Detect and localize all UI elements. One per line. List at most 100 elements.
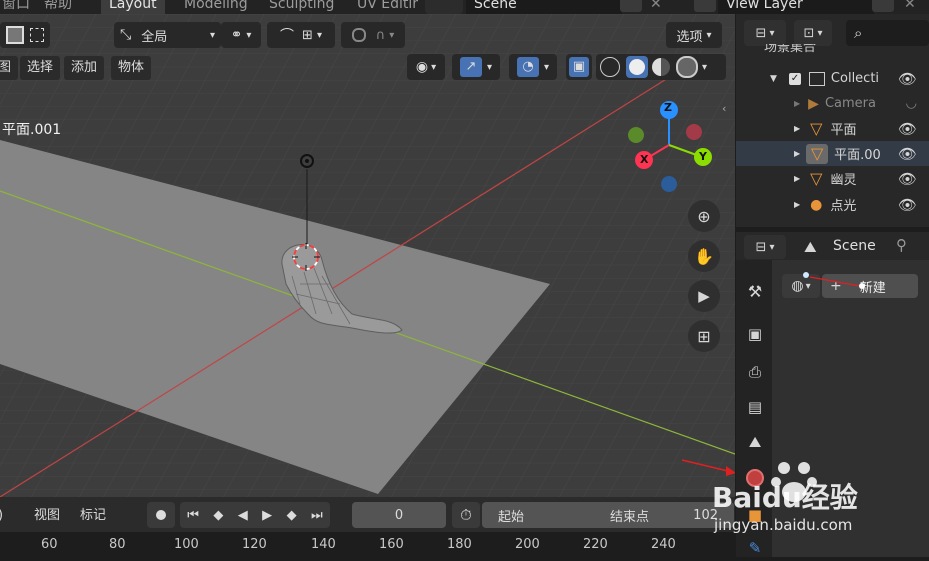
material-shading-icon[interactable]: [652, 58, 670, 76]
tab-modifiers[interactable]: ✎: [742, 535, 768, 561]
eye-icon[interactable]: 👁: [898, 145, 917, 163]
gizmo-y-label[interactable]: Y: [699, 150, 707, 163]
tab-tool[interactable]: ⚒: [742, 278, 768, 304]
perspective-toggle-button[interactable]: ⊞: [688, 320, 720, 352]
timeline-menu-view[interactable]: 视图: [28, 506, 66, 526]
grid-icon: ⊞: [697, 326, 711, 346]
timer-toggle[interactable]: ⏱: [452, 502, 480, 528]
eye-icon[interactable]: 👁: [898, 120, 917, 138]
zoom-button[interactable]: ⊕: [688, 200, 720, 232]
sidebar-toggle-icon[interactable]: ‹: [722, 102, 726, 115]
frame-tick: 100: [174, 537, 199, 552]
filter-dropdown[interactable]: ⊡ ▾: [794, 20, 832, 46]
expand-arrow-icon[interactable]: ▶: [794, 124, 800, 133]
pin-icon[interactable]: ⚲: [896, 236, 907, 254]
options-dropdown[interactable]: 选项 ▾: [666, 22, 722, 48]
snap-toggle[interactable]: ⌒ ⊞ ▾: [267, 22, 335, 48]
tab-layout[interactable]: Layout: [101, 0, 165, 14]
expand-arrow-icon[interactable]: ▼: [770, 74, 777, 84]
menu-window[interactable]: 窗口: [0, 0, 38, 14]
menu-help[interactable]: 帮助: [36, 0, 80, 14]
xray-toggle[interactable]: ▣: [566, 54, 592, 80]
play-icon[interactable]: ▶: [262, 508, 272, 523]
outliner-panel[interactable]: ⊟ ▾ ⊡ ▾ ⌕ 场景集合 ▼ ✓ Collecti 👁 ▶ ▶ Camera ◡…: [736, 14, 929, 227]
frame-tick: 60: [41, 537, 58, 552]
gizmo-toggle[interactable]: ↗ ▾: [452, 54, 500, 80]
tab-render[interactable]: ▣: [742, 321, 768, 347]
rendered-shading-icon[interactable]: [676, 56, 698, 78]
tab-view-layer[interactable]: ▤: [742, 394, 768, 420]
tab-modeling[interactable]: Modeling: [176, 0, 256, 14]
wireframe-shading-icon[interactable]: [600, 57, 620, 77]
3d-viewport[interactable]: Z Y X ⤡ 全局 ▾ ⚭ ▾ ⌒ ⊞ ▾ ∩ ▾ 选项 ▾ 图 选择 添加 物体 ◉ ▾…: [0, 14, 735, 497]
context-scene-label: Scene: [833, 238, 876, 254]
printer-icon: ⎙: [748, 363, 761, 381]
wrench-screwdriver-icon: ⚒: [747, 281, 763, 301]
current-frame-field[interactable]: 0: [352, 502, 446, 528]
tab-uv-editing[interactable]: UV Editir: [349, 0, 426, 14]
editor-type-dropdown[interactable]: ⊟ ▾: [744, 235, 786, 259]
eye-icon[interactable]: 👁: [898, 196, 917, 214]
gizmo-x-label[interactable]: X: [640, 153, 648, 166]
menu-view[interactable]: 图: [0, 56, 19, 80]
expand-arrow-icon[interactable]: ▶: [794, 99, 800, 108]
mode-selector[interactable]: [0, 22, 50, 48]
tab-sculpting[interactable]: Sculpting: [261, 0, 342, 14]
prev-keyframe-icon[interactable]: ◆: [213, 508, 223, 523]
outliner-row-camera[interactable]: ▶ ▶ Camera ◡: [736, 91, 929, 116]
next-keyframe-icon[interactable]: ◆: [287, 508, 297, 523]
new-view-layer-icon[interactable]: [872, 0, 894, 12]
gizmo-z-label[interactable]: Z: [664, 101, 672, 114]
hand-icon: ✋: [694, 246, 714, 266]
expand-arrow-icon[interactable]: ▶: [794, 200, 800, 209]
pan-button[interactable]: ✋: [688, 240, 720, 272]
play-reverse-icon[interactable]: ◀: [238, 508, 248, 523]
chevron-down-icon: ▾: [431, 61, 437, 73]
menu-object[interactable]: 物体: [111, 56, 152, 80]
scene-name-field[interactable]: Scene: [466, 0, 622, 14]
close-icon[interactable]: ✕: [650, 0, 662, 12]
overlays-toggle[interactable]: ◔ ▾: [509, 54, 557, 80]
proportional-editing-toggle[interactable]: ∩ ▾: [341, 22, 405, 48]
view-layer-icon[interactable]: [694, 0, 716, 12]
eye-icon[interactable]: 👁: [898, 170, 917, 188]
pivot-point-dropdown[interactable]: ⚭ ▾: [221, 22, 261, 48]
outliner-row-plane[interactable]: ▶ ▽ 平面 👁: [736, 116, 929, 141]
solid-shading-icon[interactable]: [626, 56, 648, 78]
remove-view-layer-icon[interactable]: ✕: [904, 0, 916, 12]
scene-collection-row[interactable]: 场景集合: [736, 44, 929, 58]
expand-arrow-icon[interactable]: ▶: [794, 174, 800, 183]
menu-select[interactable]: 选择: [20, 56, 61, 80]
chevron-down-icon: ▾: [706, 29, 712, 41]
select-mode-icon: [30, 28, 44, 42]
outliner-row-collection[interactable]: ▼ ✓ Collecti 👁: [736, 66, 929, 91]
timeline-menu-marker[interactable]: 标记: [74, 506, 112, 526]
jump-start-icon[interactable]: ⏮: [187, 508, 199, 523]
chevron-down-icon: ▾: [389, 29, 395, 41]
eye-icon[interactable]: 👁: [898, 70, 917, 88]
transform-orientation-dropdown[interactable]: ⤡ 全局 ▾: [114, 22, 221, 48]
new-scene-icon[interactable]: [620, 0, 642, 12]
scene-selector-button[interactable]: [425, 0, 463, 14]
tab-scene[interactable]: ⛰: [742, 429, 768, 455]
display-mode-dropdown[interactable]: ⊟ ▾: [744, 20, 786, 46]
tab-output[interactable]: ⎙: [742, 359, 768, 385]
chevron-down-icon: ▾: [486, 61, 493, 73]
playback-dropdown-icon[interactable]: ): [0, 508, 3, 523]
outliner-row-ghost[interactable]: ▶ ▽ 幽灵 👁: [736, 166, 929, 191]
eye-closed-icon[interactable]: ◡: [906, 96, 917, 111]
jump-end-icon[interactable]: ⏭: [311, 508, 323, 523]
outliner-row-point-light[interactable]: ▶ ● 点光 👁: [736, 192, 929, 217]
camera-view-button[interactable]: ▶: [688, 280, 720, 312]
visibility-dropdown[interactable]: ◉ ▾: [407, 54, 445, 80]
light-object-icon: ●: [810, 196, 823, 213]
checkbox-icon[interactable]: ✓: [788, 72, 801, 85]
menu-add[interactable]: 添加: [64, 56, 105, 80]
shading-modes[interactable]: ▾: [596, 54, 726, 80]
expand-arrow-icon[interactable]: ▶: [794, 149, 800, 158]
outliner-search-input[interactable]: ⌕: [846, 20, 929, 46]
outliner-row-plane-001[interactable]: ▶ ▽ 平面.00 👁: [736, 141, 929, 166]
record-button[interactable]: [147, 502, 175, 528]
current-frame-value: 0: [394, 507, 404, 523]
view-layer-field[interactable]: View Layer: [718, 0, 874, 14]
